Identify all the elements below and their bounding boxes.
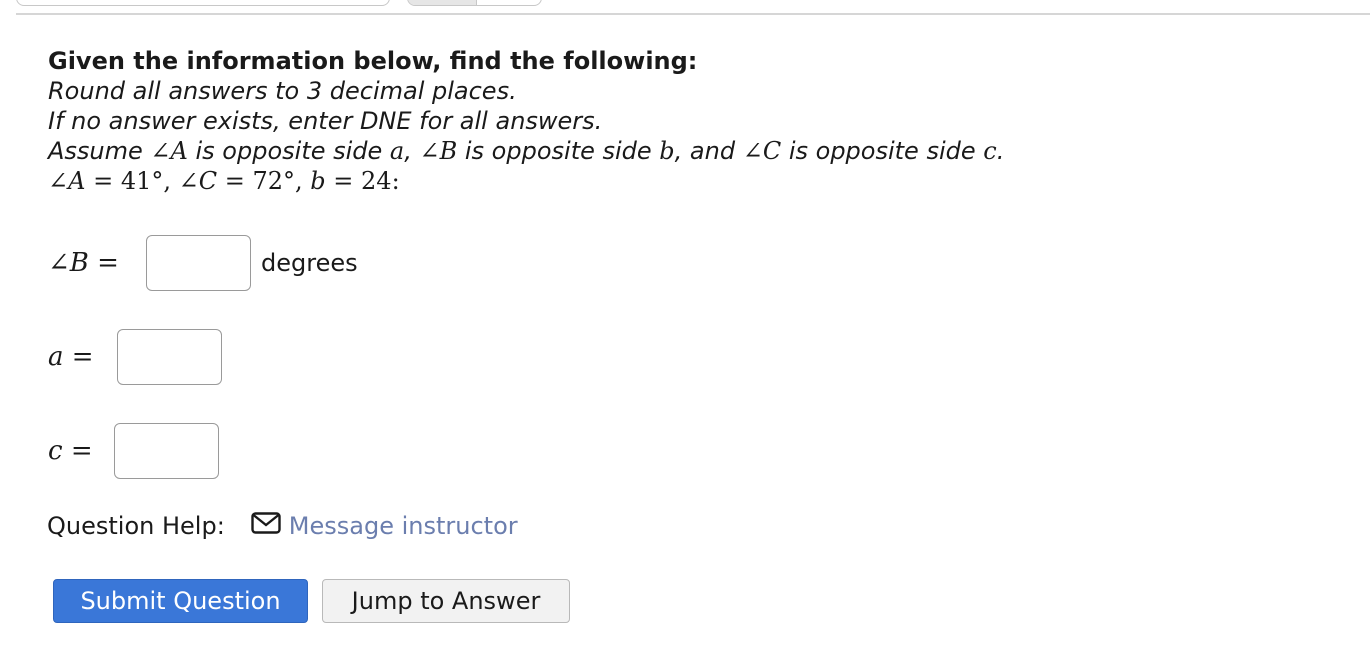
given-angle-a-value: = 41°,	[85, 167, 179, 195]
assume-opp-1: is opposite side	[187, 137, 390, 165]
divider	[16, 13, 1370, 15]
angle-b-unit: degrees	[261, 249, 358, 277]
assume-and: , and	[674, 137, 743, 165]
top-button-segment[interactable]	[408, 0, 477, 5]
question-help: Question Help: Message instructor	[47, 512, 518, 540]
side-c-symbol: c	[983, 137, 997, 165]
answer-label-side-c: c =	[48, 436, 93, 466]
answer-row-side-a: a =	[48, 329, 222, 385]
top-input-remnant[interactable]	[16, 0, 390, 6]
answer-label-side-a: a =	[48, 342, 94, 372]
given-angle-c-value: = 72°,	[217, 167, 311, 195]
side-a-input[interactable]	[117, 329, 222, 385]
question-text: Given the information below, find the fo…	[48, 46, 1004, 196]
side-b-symbol: b	[659, 137, 675, 165]
assume-prefix: Assume	[48, 137, 151, 165]
answer-row-side-c: c =	[48, 423, 219, 479]
assume-opp-2: is opposite side	[457, 137, 660, 165]
round-instruction: Round all answers to 3 decimal places.	[48, 77, 517, 105]
angle-b-input[interactable]	[146, 235, 251, 291]
angle-a-symbol: ∠A	[150, 137, 188, 165]
given-side-b-label: b	[310, 167, 326, 195]
given-side-b-value: = 24:	[325, 167, 400, 195]
jump-to-answer-button[interactable]: Jump to Answer	[322, 579, 570, 623]
top-button-group-remnant[interactable]	[407, 0, 542, 6]
given-angle-a-label: ∠A	[48, 167, 86, 195]
side-a-symbol: a	[389, 137, 405, 165]
answer-row-angle-b: ∠B = degrees	[48, 235, 358, 291]
assume-period: .	[996, 137, 1005, 165]
assumption-line: Assume ∠A is opposite side a, ∠B is oppo…	[48, 136, 1004, 166]
mail-icon[interactable]	[251, 512, 281, 540]
assume-opp-3: is opposite side	[781, 137, 984, 165]
question-heading: Given the information below, find the fo…	[48, 47, 698, 75]
given-angle-c-label: ∠C	[178, 167, 218, 195]
answer-label-angle-b: ∠B =	[48, 248, 119, 278]
angle-c-symbol: ∠C	[742, 137, 782, 165]
assume-comma: ,	[404, 137, 420, 165]
submit-question-button[interactable]: Submit Question	[53, 579, 308, 623]
page: Given the information below, find the fo…	[0, 0, 1370, 654]
message-instructor-link[interactable]: Message instructor	[289, 512, 518, 540]
angle-b-symbol: ∠B	[419, 137, 458, 165]
given-values: ∠A = 41°, ∠C = 72°, b = 24:	[48, 166, 1004, 196]
question-help-label: Question Help:	[47, 512, 225, 540]
dne-instruction: If no answer exists, enter DNE for all a…	[48, 107, 603, 135]
side-c-input[interactable]	[114, 423, 219, 479]
